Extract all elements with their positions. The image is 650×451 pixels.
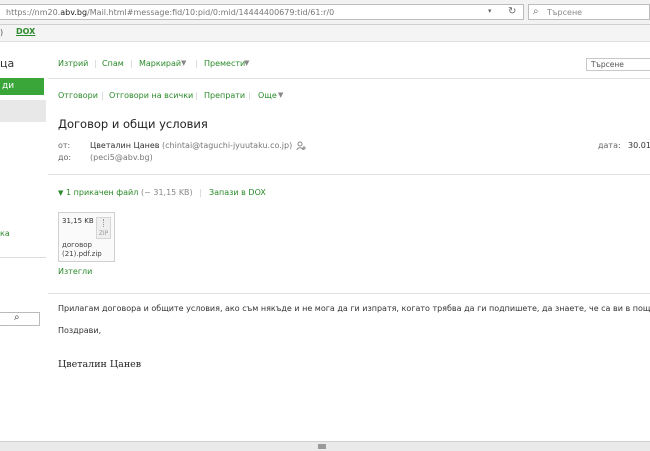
url-text: https://nm20.abv.bg/Mail.html#message:fi… — [6, 8, 335, 17]
sender[interactable]: Цветалин Цанев (chintai@taguchi-jyuutaku… — [90, 141, 292, 150]
chevron-down-icon[interactable]: ▼ — [181, 59, 186, 67]
strip-fragment: ) — [0, 28, 4, 37]
sidebar-search-input[interactable]: ⌕ — [0, 312, 40, 326]
file-size: 31,15 KB — [62, 217, 94, 225]
attachment-size: (~ 31,15 KB) — [141, 188, 193, 197]
browser-search-placeholder: Търсене — [547, 8, 583, 17]
zip-file-icon: ZIP — [96, 217, 111, 239]
sidebar-title: ца — [0, 57, 15, 70]
expand-triangle-icon[interactable]: ▼ — [58, 189, 63, 197]
divider — [48, 78, 650, 79]
delete-button[interactable]: Изтрий — [58, 59, 88, 68]
sidebar-item-selected[interactable] — [0, 100, 46, 122]
toolbar-separator: | — [94, 59, 97, 68]
file-type: ZIP — [98, 230, 109, 237]
toolbar-separator: | — [248, 91, 251, 100]
save-to-dox-link[interactable]: Запази в DOX — [209, 188, 266, 197]
address-bar[interactable]: https://nm20.abv.bg/Mail.html#message:fi… — [0, 4, 524, 20]
toolbar-separator: | — [101, 91, 104, 100]
download-link[interactable]: Изтегли — [58, 267, 92, 276]
file-name: договор (21).pdf.zip — [62, 241, 102, 258]
browser-toolbar: https://nm20.abv.bg/Mail.html#message:fi… — [0, 0, 650, 25]
attachment-count[interactable]: 1 прикачен файл — [66, 188, 138, 197]
search-icon: ⌕ — [533, 6, 539, 17]
browser-search-input[interactable]: ⌕ Търсене — [528, 4, 650, 20]
compose-button-label: ди — [2, 81, 15, 91]
message-greeting: Поздрави, — [58, 326, 102, 335]
chevron-down-icon[interactable]: ▼ — [278, 91, 283, 99]
attachment-tile[interactable]: 31,15 KB ZIP договор (21).pdf.zip — [58, 212, 115, 262]
mail-search-input[interactable]: Търсене — [586, 58, 650, 71]
message-subject: Договор и общи условия — [58, 117, 208, 131]
message-signature: Цветалин Цанев — [58, 359, 142, 370]
add-contact-icon[interactable] — [296, 141, 306, 153]
date-value: 30.01 — [628, 141, 650, 150]
divider — [48, 293, 650, 294]
more-button[interactable]: Още — [258, 91, 277, 100]
divider — [48, 174, 650, 175]
from-label: от: — [58, 141, 71, 150]
chevron-down-icon[interactable]: ▾ — [488, 7, 492, 15]
sidebar-divider — [0, 257, 46, 258]
mark-button[interactable]: Маркирай — [139, 59, 181, 68]
forward-button[interactable]: Препрати — [204, 91, 245, 100]
search-icon[interactable]: ⌕ — [14, 312, 20, 323]
reload-icon[interactable]: ↻ — [508, 6, 516, 17]
compose-button[interactable]: ди — [0, 78, 44, 95]
toolbar-separator: | — [130, 59, 133, 68]
left-sidebar: ца ди ка ⌕ — [0, 42, 46, 442]
to-label: до: — [58, 153, 72, 162]
move-button[interactable]: Премести — [204, 59, 245, 68]
sidebar-link[interactable]: ка — [0, 229, 10, 238]
date-label: дата: — [598, 141, 621, 150]
sender-email: (chintai@taguchi-jyuutaku.co.jp) — [162, 141, 293, 150]
toolbar-separator: | — [199, 188, 202, 197]
scrollbar-thumb[interactable] — [318, 444, 326, 449]
spam-button[interactable]: Спам — [102, 59, 124, 68]
mail-search-placeholder: Търсене — [591, 60, 624, 69]
reply-all-button[interactable]: Отговори на всички — [109, 91, 193, 100]
sender-name: Цветалин Цанев — [90, 141, 160, 150]
reply-button[interactable]: Отговори — [58, 91, 98, 100]
dox-link[interactable]: DOX — [16, 27, 35, 36]
top-strip: ) DOX — [0, 25, 650, 42]
toolbar-separator: | — [195, 91, 198, 100]
message-body: Прилагам договора и общите условия, ако … — [58, 304, 650, 313]
recipient-email[interactable]: (peci5@abv.bg) — [90, 153, 153, 162]
toolbar-separator: | — [195, 59, 198, 68]
chevron-down-icon[interactable]: ▼ — [244, 59, 249, 67]
